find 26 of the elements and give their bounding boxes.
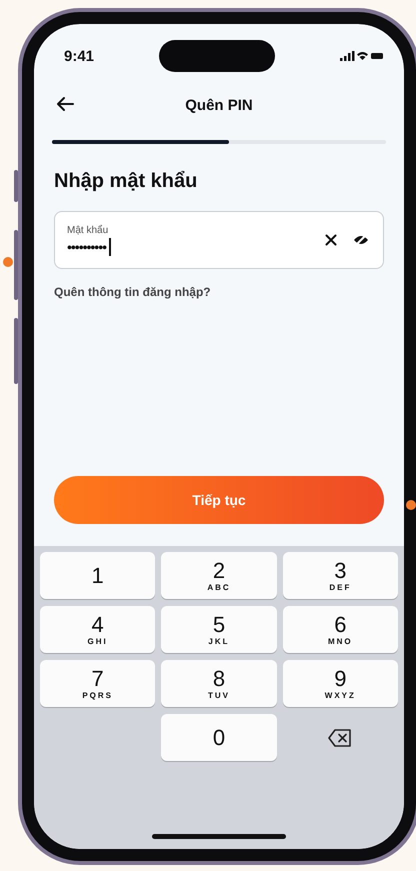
annotation-dot [3,257,13,267]
password-field[interactable]: Mật khẩu •••••••••• [54,211,384,269]
keypad-key[interactable]: 8 TUV [161,660,277,707]
back-arrow-icon [56,96,74,112]
forgot-login-link[interactable]: Quên thông tin đăng nhập? [54,285,384,299]
keypad-key[interactable]: 1 [40,552,156,599]
keypad-key[interactable]: 9 WXYZ [282,660,398,707]
keypad-key[interactable]: 5 JKL [161,606,277,653]
eye-slash-icon [353,234,369,246]
keypad-key[interactable]: 4 GHI [40,606,156,653]
backspace-icon [328,728,352,746]
keypad-key[interactable]: 7 PQRS [40,660,156,707]
status-icons [340,50,384,62]
keypad-key[interactable]: 6 MNO [282,606,398,653]
text-cursor [109,238,111,256]
keypad-key[interactable]: 3 DEF [282,552,398,599]
back-button[interactable] [54,94,76,114]
keypad-key[interactable]: 2 ABC [161,552,277,599]
keypad-key[interactable]: 0 [161,714,277,761]
screen-title: Quên PIN [185,96,253,114]
password-value: •••••••••• [67,238,106,254]
close-icon [325,234,337,246]
clear-button[interactable] [323,232,339,248]
page-heading: Nhập mật khẩu [54,170,198,193]
field-label: Mật khẩu [67,224,110,236]
status-time: 9:41 [64,48,94,64]
